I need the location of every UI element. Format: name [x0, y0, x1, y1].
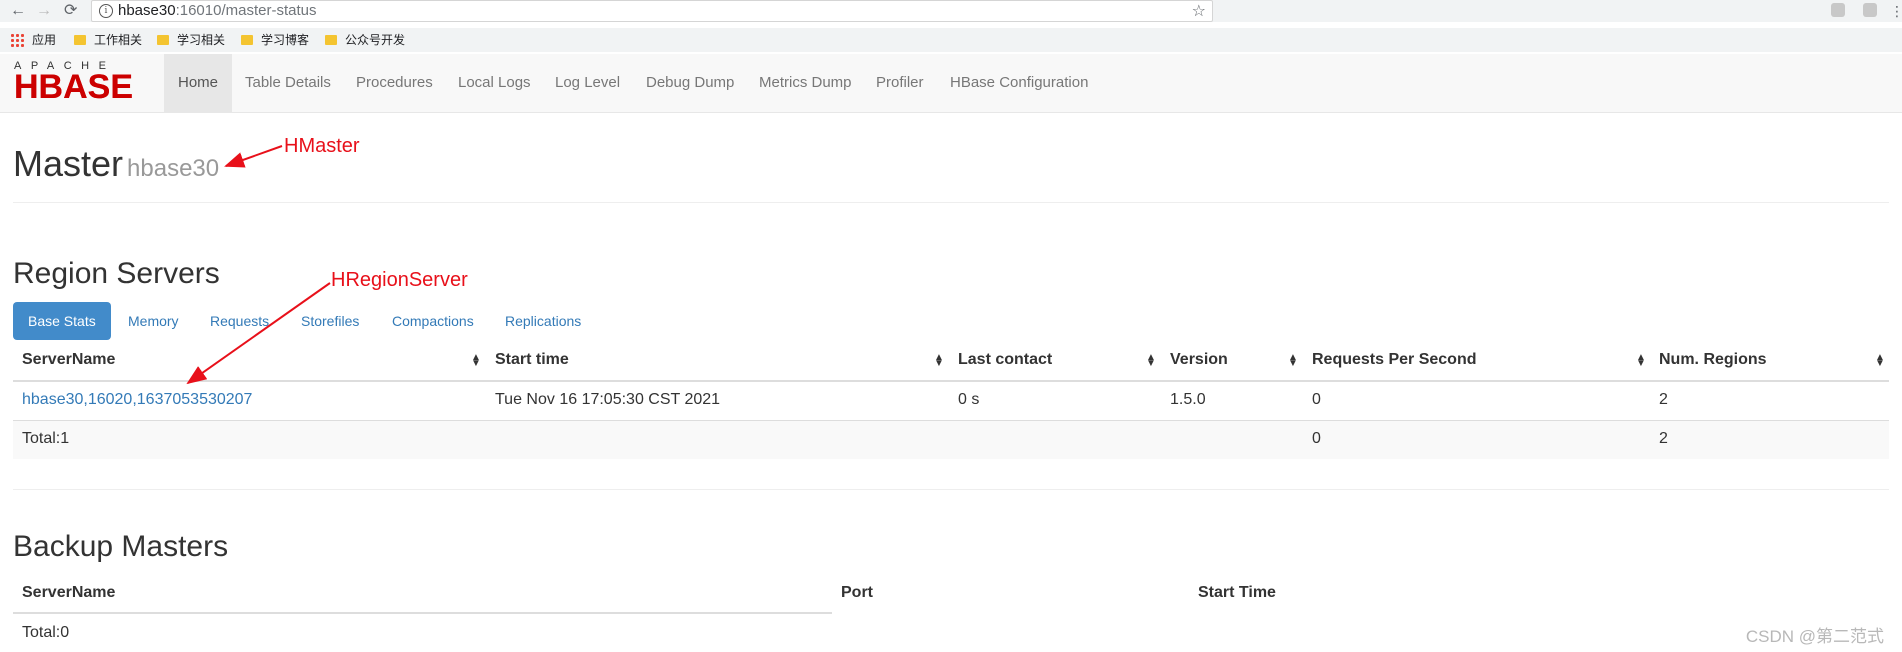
annotation-arrows [186, 145, 331, 385]
arrow-hregionserver [186, 282, 331, 385]
arrow-hmaster [224, 145, 283, 168]
